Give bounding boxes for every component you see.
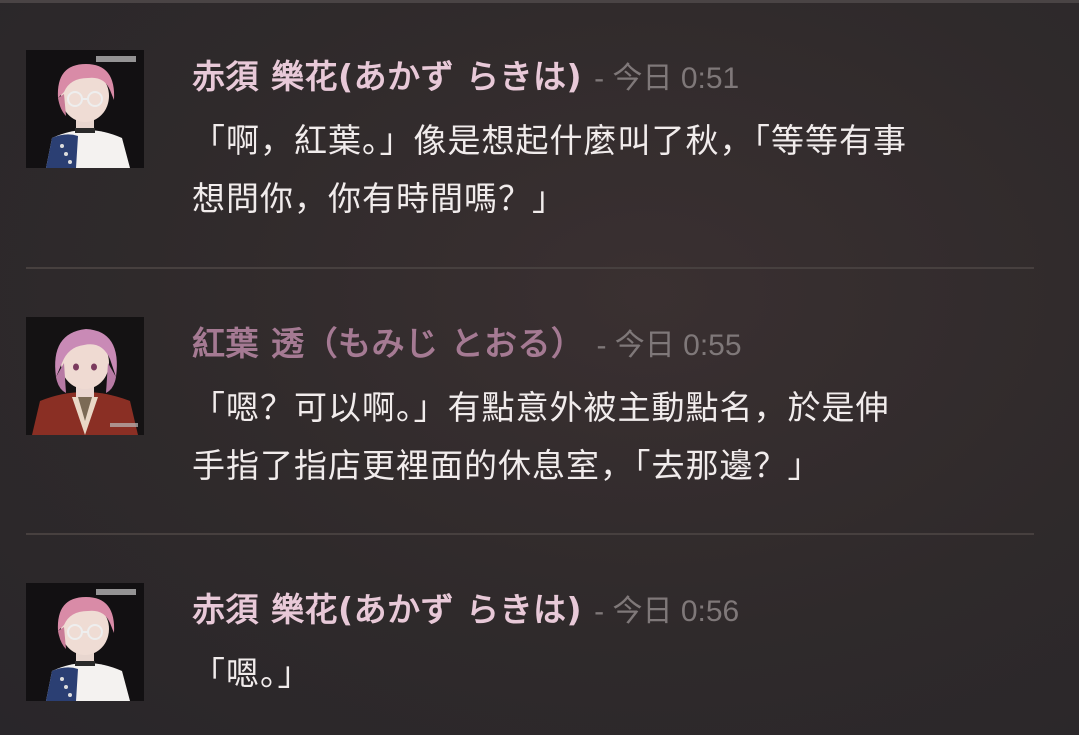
message-line: 「嗯。」 xyxy=(192,654,312,693)
message-line: 「嗯？可以啊。」有點意外被主動點名，於是伸 xyxy=(192,388,890,427)
message-line: 手指了指店更裡面的休息室，「去那邊？」 xyxy=(192,446,822,485)
message-divider xyxy=(26,533,1034,535)
message-header: 紅葉 透（もみじ とおる） - 今日 0:55 xyxy=(192,327,742,361)
timestamp: - 今日 0:55 xyxy=(596,329,742,362)
top-divider xyxy=(0,0,1079,3)
author-name[interactable]: 紅葉 透（もみじ とおる） xyxy=(192,324,584,363)
avatar[interactable] xyxy=(26,317,144,435)
message-header: 赤須 樂花(あかず らきは) - 今日 0:51 xyxy=(192,60,739,94)
author-name[interactable]: 赤須 樂花(あかず らきは) xyxy=(192,57,582,96)
message-line: 想問你，你有時間嗎？」 xyxy=(192,179,566,218)
message-header: 赤須 樂花(あかず らきは) - 今日 0:56 xyxy=(192,593,739,627)
message-line: 「啊，紅葉。」像是想起什麼叫了秋，「等等有事 xyxy=(192,121,907,160)
timestamp: - 今日 0:56 xyxy=(594,595,740,628)
avatar-pink-hair-glasses-icon xyxy=(26,50,144,168)
message-body: 「嗯。」 xyxy=(192,645,1032,703)
timestamp: - 今日 0:51 xyxy=(594,62,740,95)
avatar-pink-hair-kimono-icon xyxy=(26,317,144,435)
avatar[interactable] xyxy=(26,50,144,168)
message-body: 「嗯？可以啊。」有點意外被主動點名，於是伸 手指了指店更裡面的休息室，「去那邊？… xyxy=(192,379,1032,495)
author-name[interactable]: 赤須 樂花(あかず らきは) xyxy=(192,590,582,629)
message-divider xyxy=(26,267,1034,269)
avatar[interactable] xyxy=(26,583,144,701)
message-body: 「啊，紅葉。」像是想起什麼叫了秋，「等等有事 想問你，你有時間嗎？」 xyxy=(192,112,1032,228)
avatar-pink-hair-glasses-icon xyxy=(26,583,144,701)
